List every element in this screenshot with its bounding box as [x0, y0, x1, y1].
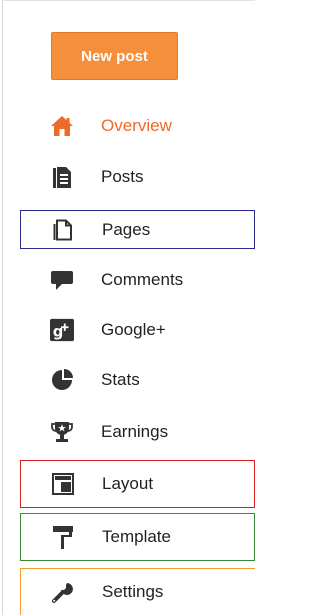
nav-item-comments[interactable]: Comments — [20, 262, 255, 298]
wrench-icon — [51, 580, 75, 604]
paint-roller-icon — [51, 525, 75, 549]
nav-item-label: Layout — [102, 474, 154, 493]
sidebar-panel: New post Overview Posts Pages Comments g… — [0, 0, 255, 615]
layout-icon — [51, 472, 75, 496]
nav-item-label: Overview — [101, 116, 172, 135]
nav-item-label: Stats — [101, 370, 140, 389]
nav-item-stats[interactable]: Stats — [20, 362, 255, 398]
nav-item-label: Posts — [101, 167, 144, 186]
svg-text:g: g — [53, 323, 64, 340]
comment-icon — [50, 268, 74, 292]
new-post-button[interactable]: New post — [51, 32, 178, 80]
panel-top-border — [2, 0, 255, 1]
nav-item-label: Google+ — [101, 320, 166, 339]
nav-item-label: Earnings — [101, 422, 169, 441]
nav-item-label: Comments — [101, 270, 184, 289]
nav-item-template[interactable]: Template — [20, 513, 255, 561]
nav-item-label: Pages — [102, 219, 151, 239]
pages-icon — [51, 218, 75, 242]
nav-item-label: Template — [102, 527, 171, 546]
google-plus-icon: g — [50, 318, 74, 342]
nav-item-layout[interactable]: Layout — [20, 460, 255, 508]
panel-left-border — [2, 0, 3, 615]
home-icon — [50, 114, 74, 138]
nav-item-label: Settings — [102, 582, 164, 601]
stats-icon — [50, 368, 74, 392]
nav-item-overview[interactable]: Overview — [20, 108, 255, 144]
nav-item-posts[interactable]: Posts — [20, 159, 255, 195]
nav-item-settings[interactable]: Settings — [20, 568, 255, 615]
trophy-icon — [50, 420, 74, 444]
posts-icon — [50, 165, 74, 189]
nav-item-earnings[interactable]: Earnings — [20, 414, 255, 450]
nav-item-pages[interactable]: Pages — [20, 210, 255, 249]
nav-item-google-plus[interactable]: g Google+ — [20, 312, 255, 348]
